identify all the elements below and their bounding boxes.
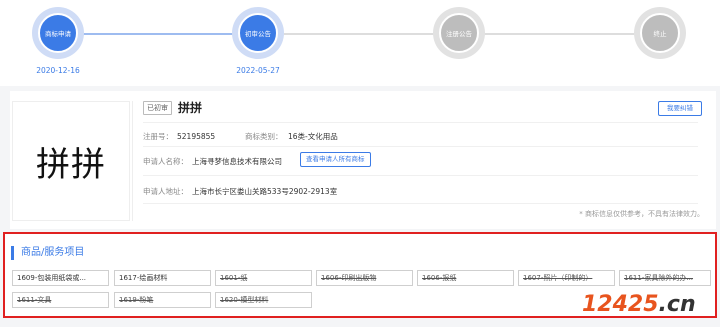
goods-services-title: 商品/服务项目 (11, 246, 84, 260)
applicant-value[interactable]: 上海寻梦信息技术有限公司 (192, 157, 282, 166)
trademark-detail-card: 拼拼 已初审 拼拼 我要纠错 注册号： 52195855 商标类别： 16类-文化… (10, 91, 716, 229)
timeline-step-application: 商标申请 (32, 7, 84, 59)
address-value: 上海市长宁区娄山关路533号2902-2913室 (192, 187, 338, 196)
timeline-step-label: 商标申请 (38, 13, 78, 53)
goods-item: 1601-纸 (215, 270, 312, 286)
divider (143, 122, 698, 123)
trademark-name: 拼拼 (178, 101, 203, 115)
applicant-label: 申请人名称： (143, 157, 188, 166)
divider (143, 146, 698, 147)
timeline-step-preliminary: 初审公告 (232, 7, 284, 59)
category-label: 商标类别： (245, 132, 283, 141)
timeline-step-label: 初审公告 (238, 13, 278, 53)
timeline-step-label: 终止 (640, 13, 680, 53)
address-row: 申请人地址： 上海市长宁区娄山关路533号2902-2913室 (143, 186, 337, 197)
reg-no-value: 52195855 (177, 132, 216, 141)
status-timeline: 商标申请 初审公告 注册公告 终止 2020-12-16 2022-05-27 (0, 0, 720, 86)
category-value: 16类-文化用品 (288, 132, 338, 141)
trademark-image-text: 拼拼 (36, 144, 106, 185)
watermark-number: 12425 (582, 292, 659, 317)
divider (143, 175, 698, 176)
goods-item: 1620-模型材料 (215, 292, 312, 308)
report-error-button[interactable]: 我要纠错 (658, 101, 702, 116)
timeline-date-application: 2020-12-16 (36, 66, 80, 75)
reg-no-label: 注册号： (143, 132, 173, 141)
disclaimer-text: * 商标信息仅供参考，不具有法律效力。 (579, 210, 704, 218)
reg-no-row: 注册号： 52195855 (143, 131, 215, 142)
goods-item: 1619-粉笔 (114, 292, 211, 308)
applicant-row: 申请人名称： 上海寻梦信息技术有限公司 (143, 156, 282, 167)
timeline-step-label: 注册公告 (439, 13, 479, 53)
goods-item: 1611-家具除外的办... (619, 270, 711, 286)
timeline-step-registration: 注册公告 (433, 7, 485, 59)
divider (132, 101, 133, 221)
goods-item: 1617-绘画材料 (114, 270, 211, 286)
trademark-image: 拼拼 (12, 101, 130, 221)
goods-item: 1606-印刷出版物 (316, 270, 413, 286)
timeline-line-3 (483, 33, 636, 35)
view-all-trademarks-button[interactable]: 查看申请人所有商标 (300, 152, 371, 167)
site-watermark: 12425.cn (582, 292, 696, 317)
timeline-date-preliminary: 2022-05-27 (236, 66, 280, 75)
goods-item: 1611-文具 (12, 292, 109, 308)
watermark-suffix: .cn (658, 292, 696, 317)
goods-item: 1607-照片（印制的） (518, 270, 615, 286)
timeline-line-1 (80, 33, 240, 35)
divider (143, 203, 698, 204)
timeline-line-2 (284, 33, 438, 35)
timeline-step-terminated: 终止 (634, 7, 686, 59)
goods-item: 1609-包装用纸袋或... (12, 270, 109, 286)
goods-item: 1606-报纸 (417, 270, 514, 286)
address-label: 申请人地址： (143, 187, 188, 196)
status-badge: 已初审 (143, 101, 172, 115)
